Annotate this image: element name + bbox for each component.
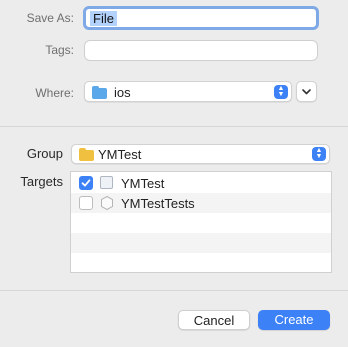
checkbox-checked[interactable] <box>79 176 93 190</box>
popup-stepper-icon: ▲ ▼ <box>274 85 288 99</box>
where-expand-button[interactable] <box>296 81 317 102</box>
folder-icon <box>79 148 94 161</box>
tags-field[interactable] <box>84 40 318 61</box>
list-item[interactable]: YMTest <box>71 173 331 193</box>
checkbox-unchecked[interactable] <box>79 196 93 210</box>
targets-list: YMTest YMTestTests <box>70 171 332 273</box>
tags-label: Tags: <box>45 43 74 57</box>
group-folder-name: YMTest <box>98 147 142 162</box>
where-label: Where: <box>35 86 74 100</box>
group-popup[interactable]: YMTest ▲ ▼ <box>71 144 330 164</box>
checkmark-icon <box>81 179 91 187</box>
divider <box>0 126 348 127</box>
list-empty-row <box>71 253 331 272</box>
test-target-icon <box>101 195 113 211</box>
where-popup[interactable]: ios ▲ ▼ <box>84 81 292 102</box>
where-folder-name: ios <box>114 85 131 100</box>
save-as-value: File <box>90 11 117 26</box>
targets-label: Targets <box>20 174 63 189</box>
save-as-field[interactable]: File <box>83 6 319 30</box>
group-label: Group <box>26 146 63 161</box>
list-empty-row <box>71 213 331 233</box>
create-button[interactable]: Create <box>258 310 330 330</box>
save-as-label: Save As: <box>26 11 74 25</box>
divider <box>0 290 348 291</box>
popup-stepper-icon: ▲ ▼ <box>312 147 326 161</box>
list-empty-row <box>71 233 331 253</box>
folder-icon <box>92 86 107 99</box>
target-name: YMTest <box>121 176 165 191</box>
list-item[interactable]: YMTestTests <box>71 193 331 213</box>
cancel-button[interactable]: Cancel <box>178 310 250 330</box>
app-target-icon <box>100 176 113 189</box>
target-name: YMTestTests <box>121 196 195 211</box>
chevron-down-icon <box>302 89 311 95</box>
